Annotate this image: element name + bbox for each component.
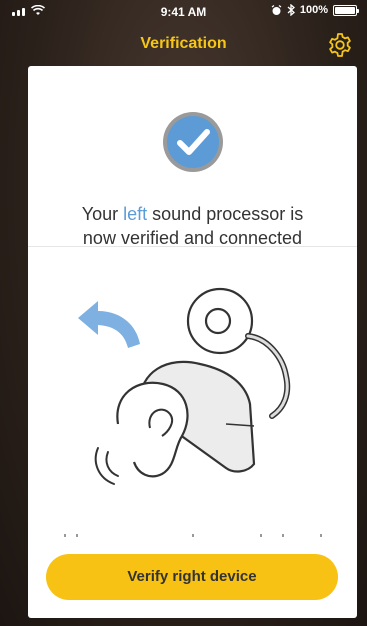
alarm-icon <box>271 4 282 15</box>
verified-check-icon <box>163 112 223 172</box>
verification-card: Your left sound processor is now verifie… <box>28 66 357 618</box>
bluetooth-icon <box>287 4 295 16</box>
battery-percent: 100% <box>299 4 328 16</box>
verify-right-device-button[interactable]: Verify right device <box>46 554 338 600</box>
status-right: 100% <box>271 4 359 16</box>
page-dot <box>192 534 194 537</box>
page-dot <box>282 534 284 537</box>
message-line1-suffix: sound processor is <box>147 204 304 224</box>
gear-icon[interactable] <box>327 32 353 58</box>
verification-message: Your left sound processor is now verifie… <box>28 202 357 250</box>
sound-processor-on-ear-icon <box>78 287 291 485</box>
battery-icon <box>333 4 359 16</box>
battery-fill <box>335 6 355 14</box>
status-bar: 9:41 AM 100% <box>0 0 367 24</box>
nav-bar: Verification <box>0 26 367 64</box>
page-dot <box>64 534 66 537</box>
message-prefix: Your <box>81 204 124 224</box>
page-dot <box>76 534 78 537</box>
divider <box>28 246 357 247</box>
page-dot <box>260 534 262 537</box>
message-line-1: Your left sound processor is <box>28 202 357 226</box>
message-side: left <box>123 204 148 224</box>
page-dot <box>320 534 322 537</box>
page-indicator <box>64 534 324 538</box>
page-title: Verification <box>140 35 227 52</box>
